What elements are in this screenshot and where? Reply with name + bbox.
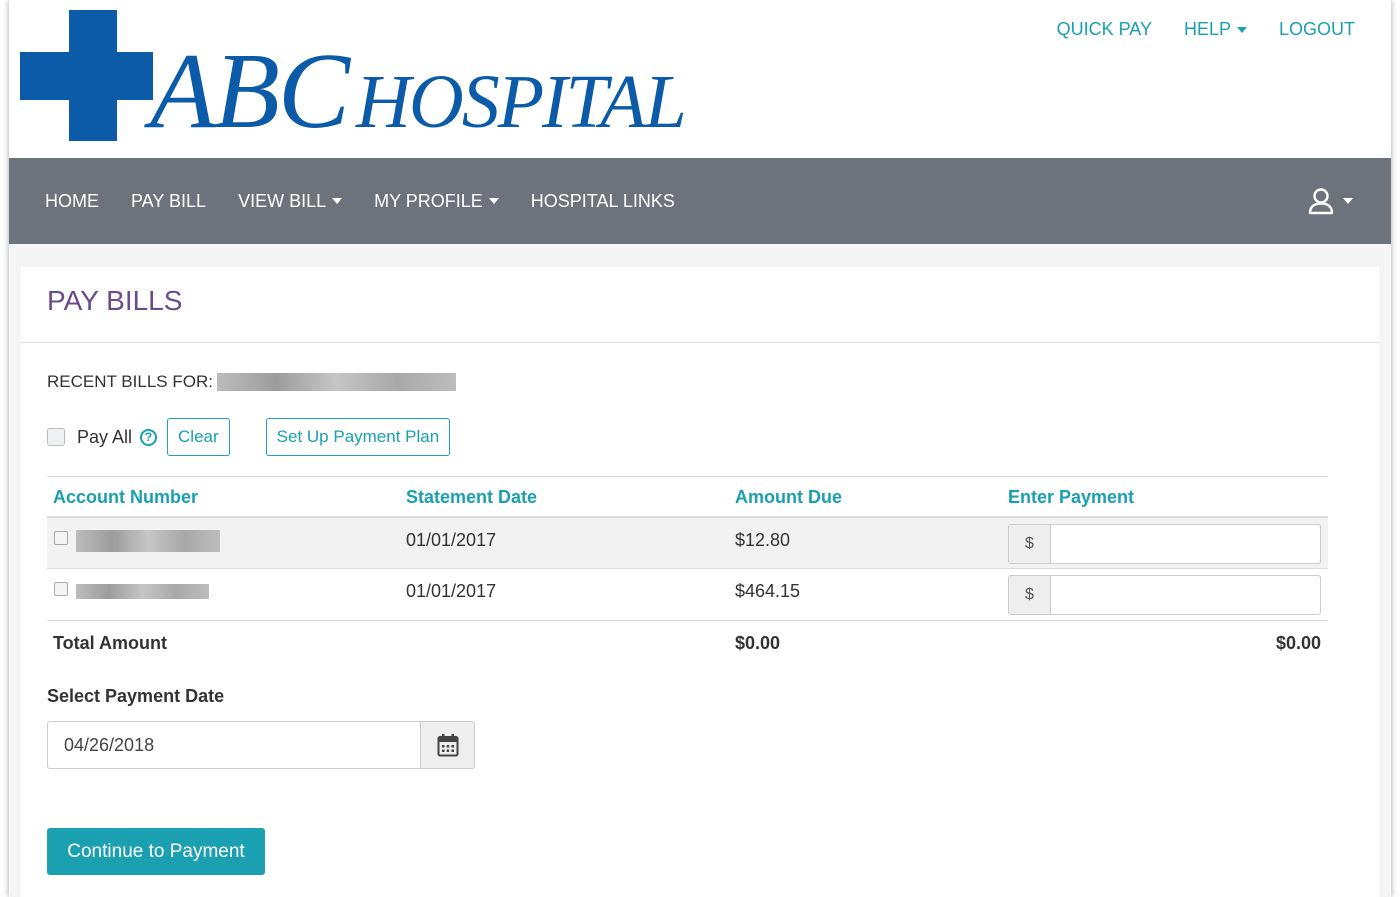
col-amount-due[interactable]: Amount Due — [735, 487, 842, 508]
help-label: HELP — [1183, 19, 1231, 39]
total-payment: $0.00 — [1275, 633, 1321, 653]
logout-label: LOGOUT — [1278, 19, 1355, 39]
statement-date: 01/01/2017 — [406, 581, 497, 601]
calendar-button[interactable] — [421, 721, 475, 769]
redacted-patient-name — [216, 373, 456, 391]
card-header — [21, 267, 1379, 343]
payment-date-group: 04/26/2018 — [47, 721, 475, 769]
hospital-logo[interactable]: ABC HOSPITAL — [20, 10, 687, 150]
pay-bills-card: PAY BILLS RECENT BILLS FOR: Pay All ? Cl… — [21, 267, 1379, 897]
caret-down-icon — [1343, 198, 1353, 204]
payment-amount-input[interactable] — [1050, 575, 1321, 615]
logout-link[interactable]: LOGOUT — [1279, 19, 1355, 40]
pay-all-checkbox[interactable] — [47, 428, 65, 446]
currency-addon: $ — [1008, 575, 1050, 615]
payment-date-label: Select Payment Date — [47, 686, 225, 706]
logo-wordmark: ABC HOSPITAL — [150, 38, 687, 146]
payment-input-group: $ — [1008, 524, 1321, 564]
table-header: Account Number Statement Date Amount Due… — [47, 476, 1328, 518]
nav-pay-bill-label: PAY BILL — [131, 190, 207, 211]
recent-bills-line: RECENT BILLS FOR: — [47, 372, 456, 392]
statement-date: 01/01/2017 — [406, 530, 497, 550]
caret-down-icon — [332, 198, 343, 204]
logo-brand-word: ABC — [150, 32, 350, 151]
row-checkbox[interactable] — [54, 531, 68, 545]
continue-to-payment-button[interactable]: Continue to Payment — [47, 828, 265, 875]
nav-item-my-profile[interactable]: MY PROFILE — [374, 191, 499, 212]
payment-amount-input[interactable] — [1050, 524, 1321, 564]
setup-payment-plan-button[interactable]: Set Up Payment Plan — [265, 418, 451, 456]
currency-addon: $ — [1008, 524, 1050, 564]
user-menu[interactable] — [1307, 187, 1353, 215]
redacted-account-number — [76, 584, 209, 599]
col-account-number[interactable]: Account Number — [53, 487, 198, 508]
question-circle-icon[interactable]: ? — [140, 428, 158, 446]
amount-due: $464.15 — [735, 581, 801, 601]
main-nav: HOME PAY BILL VIEW BILL MY PROFILE HOSPI… — [9, 158, 1391, 244]
redacted-account-number — [76, 530, 220, 552]
nav-item-view-bill[interactable]: VIEW BILL — [238, 190, 343, 212]
amount-due: $12.80 — [735, 530, 791, 550]
pay-all-label: Pay All — [77, 426, 133, 447]
caret-down-icon — [1236, 26, 1247, 33]
cross-logo-horizontal — [20, 52, 153, 100]
top-links: QUICK PAY HELP LOGOUT — [1057, 19, 1355, 40]
col-enter-payment[interactable]: Enter Payment — [1008, 487, 1134, 508]
header: ABC HOSPITAL QUICK PAY HELP LOGOUT — [9, 0, 1391, 158]
nav-view-bill-label: VIEW BILL — [238, 190, 327, 211]
payment-input-group: $ — [1008, 575, 1321, 615]
help-menu-link[interactable]: HELP — [1184, 19, 1247, 40]
pay-controls: Pay All ? Clear Set Up Payment Plan — [47, 418, 451, 456]
user-icon — [1308, 188, 1334, 215]
total-row: Total Amount $0.00 $0.00 — [47, 621, 1354, 661]
nav-item-home[interactable]: HOME — [45, 191, 99, 212]
table-row: 01/01/2017 $12.80 $ — [47, 518, 1328, 569]
caret-down-icon — [488, 198, 499, 204]
nav-hospital-links-label: HOSPITAL LINKS — [530, 190, 675, 211]
nav-my-profile-label: MY PROFILE — [374, 190, 483, 211]
nav-item-hospital-links[interactable]: HOSPITAL LINKS — [531, 191, 675, 212]
table-row: 01/01/2017 $464.15 $ — [47, 570, 1328, 621]
logo-brand-sub: HOSPITAL — [355, 60, 687, 144]
row-checkbox[interactable] — [54, 582, 68, 596]
payment-date-input[interactable]: 04/26/2018 — [47, 721, 421, 769]
calendar-icon — [437, 734, 458, 757]
page-title: PAY BILLS — [47, 285, 183, 316]
total-label: Total Amount — [53, 633, 167, 653]
clear-button[interactable]: Clear — [167, 418, 230, 456]
browser-frame: ABC HOSPITAL QUICK PAY HELP LOGOUT HOME P… — [9, 0, 1391, 897]
nav-home-label: HOME — [45, 190, 99, 211]
quick-pay-link[interactable]: QUICK PAY — [1057, 19, 1152, 40]
col-statement-date[interactable]: Statement Date — [406, 487, 537, 508]
recent-bills-label: RECENT BILLS FOR: — [47, 372, 213, 391]
total-amount-due: $0.00 — [735, 633, 781, 653]
nav-item-pay-bill[interactable]: PAY BILL — [131, 191, 206, 212]
quick-pay-label: QUICK PAY — [1056, 19, 1152, 39]
